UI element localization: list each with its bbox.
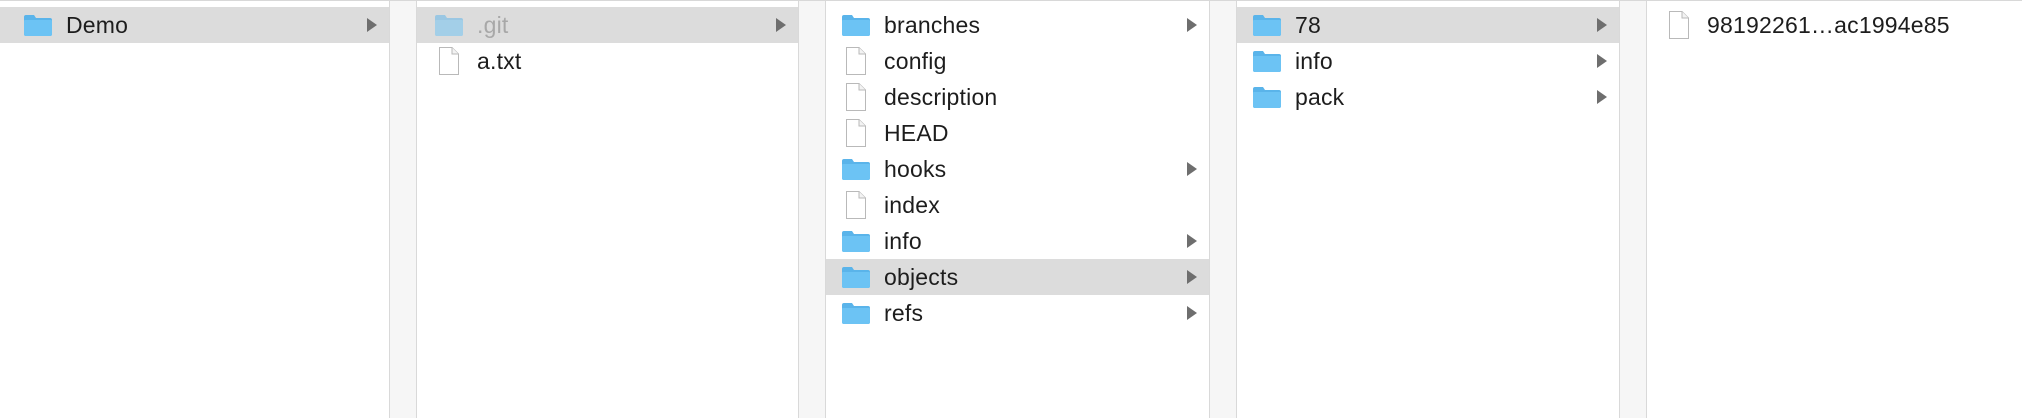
folder-icon [840, 227, 872, 255]
folder-item[interactable]: 78 [1237, 7, 1619, 43]
folder-item[interactable]: Demo [0, 7, 389, 43]
item-label: description [884, 83, 998, 110]
item-label: .git [477, 11, 509, 38]
item-label: Demo [66, 11, 129, 38]
item-label: info [884, 227, 922, 254]
folder-icon [840, 155, 872, 183]
item-label: config [884, 47, 947, 74]
folder-item[interactable]: hooks [826, 151, 1209, 187]
column-2[interactable]: .git a.txt [417, 1, 798, 418]
folder-icon [840, 11, 872, 39]
file-item[interactable]: 98192261…ac1994e85 [1647, 7, 2022, 43]
column-divider[interactable] [1619, 1, 1647, 418]
column-3[interactable]: branches config description HEAD hooks index i… [826, 1, 1209, 418]
item-label: index [884, 191, 940, 218]
item-label: objects [884, 263, 959, 290]
disclosure-arrow-icon [1187, 306, 1197, 320]
document-icon [840, 83, 872, 111]
document-icon [433, 47, 465, 75]
file-item[interactable]: HEAD [826, 115, 1209, 151]
column-1[interactable]: Demo [0, 1, 389, 418]
column-5[interactable]: 98192261…ac1994e85 [1647, 1, 2022, 418]
column-browser: Demo .git a.txt branches config description… [0, 0, 2022, 418]
disclosure-arrow-icon [1187, 162, 1197, 176]
disclosure-arrow-icon [1597, 90, 1607, 104]
folder-icon [1251, 83, 1283, 111]
file-item[interactable]: a.txt [417, 43, 798, 79]
item-label: pack [1295, 83, 1345, 110]
folder-item[interactable]: refs [826, 295, 1209, 331]
folder-item[interactable]: branches [826, 7, 1209, 43]
disclosure-arrow-icon [367, 18, 377, 32]
folder-item[interactable]: info [826, 223, 1209, 259]
disclosure-arrow-icon [1187, 234, 1197, 248]
document-icon [840, 191, 872, 219]
item-label: info [1295, 47, 1333, 74]
item-label: hooks [884, 155, 947, 182]
item-label: refs [884, 299, 924, 326]
folder-item[interactable]: .git [417, 7, 798, 43]
document-icon [840, 119, 872, 147]
folder-item[interactable]: objects [826, 259, 1209, 295]
folder-item[interactable]: info [1237, 43, 1619, 79]
folder-icon [22, 11, 54, 39]
folder-icon [1251, 47, 1283, 75]
folder-icon [433, 11, 465, 39]
column-divider[interactable] [1209, 1, 1237, 418]
file-item[interactable]: config [826, 43, 1209, 79]
column-divider[interactable] [798, 1, 826, 418]
disclosure-arrow-icon [776, 18, 786, 32]
column-divider[interactable] [389, 1, 417, 418]
folder-icon [840, 299, 872, 327]
document-icon [1663, 11, 1695, 39]
folder-item[interactable]: pack [1237, 79, 1619, 115]
item-label: branches [884, 11, 981, 38]
disclosure-arrow-icon [1597, 54, 1607, 68]
disclosure-arrow-icon [1597, 18, 1607, 32]
column-4[interactable]: 78 info pack [1237, 1, 1619, 418]
file-item[interactable]: description [826, 79, 1209, 115]
file-item[interactable]: index [826, 187, 1209, 223]
folder-icon [1251, 11, 1283, 39]
item-label: HEAD [884, 119, 949, 146]
disclosure-arrow-icon [1187, 18, 1197, 32]
item-label: 78 [1295, 11, 1321, 38]
disclosure-arrow-icon [1187, 270, 1197, 284]
folder-icon [840, 263, 872, 291]
document-icon [840, 47, 872, 75]
item-label: 98192261…ac1994e85 [1707, 11, 1950, 38]
item-label: a.txt [477, 47, 522, 74]
